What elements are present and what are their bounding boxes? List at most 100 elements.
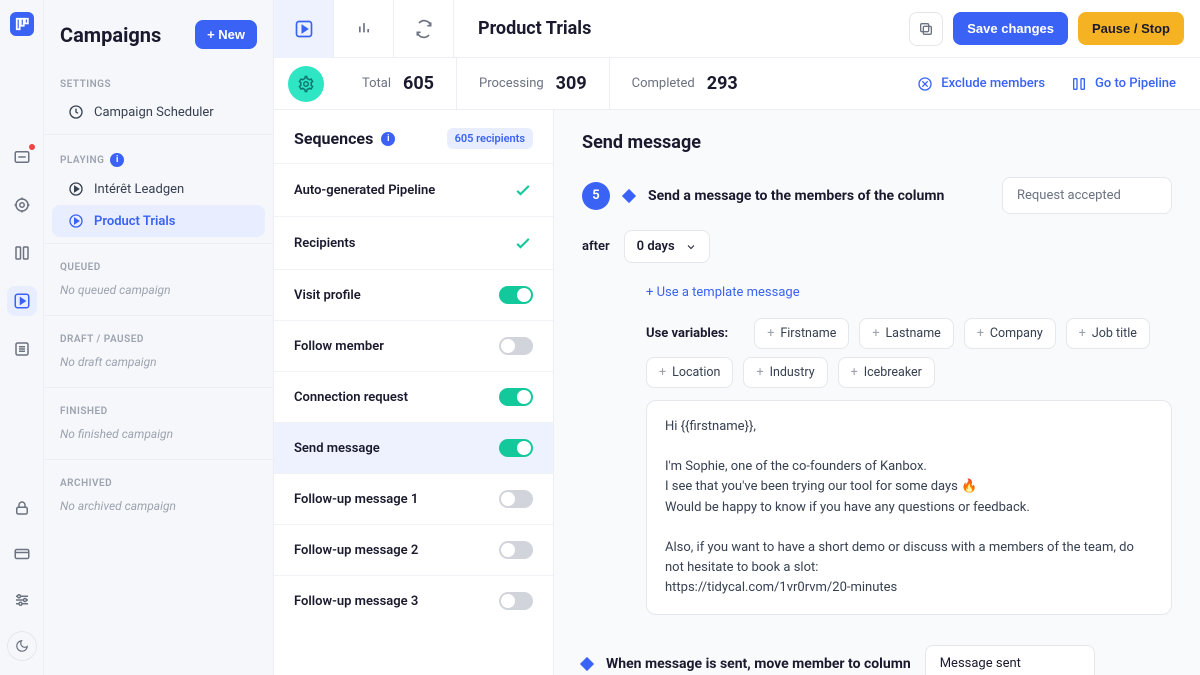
info-icon[interactable]: i: [110, 153, 124, 167]
sequence-label: Connection request: [294, 390, 408, 405]
editor-panel: Send message 5 Send a message to the mem…: [554, 110, 1200, 675]
diamond-icon: [580, 657, 594, 671]
step-number-badge: 5: [582, 182, 610, 210]
variables-label: Use variables:: [646, 326, 728, 341]
draft-empty: No draft campaign: [44, 351, 273, 381]
copy-button[interactable]: [909, 12, 943, 46]
diamond-icon: [622, 188, 636, 202]
column-select[interactable]: Request accepted: [1002, 177, 1172, 214]
sequence-row[interactable]: Visit profile: [274, 269, 553, 320]
chevron-down-icon: [685, 241, 697, 253]
stat-completed-label: Completed: [632, 76, 695, 91]
message-textarea[interactable]: Hi {{firstname}}, I'm Sophie, one of the…: [646, 400, 1172, 615]
step-description: Send a message to the members of the col…: [648, 188, 988, 204]
sequence-row[interactable]: Recipients: [274, 216, 553, 269]
tab-stats[interactable]: [334, 0, 394, 58]
sidebar-item-leadgen[interactable]: Intérêt Leadgen: [52, 173, 265, 205]
move-column-select[interactable]: Message sent: [925, 645, 1095, 675]
variable-chip[interactable]: +Industry: [743, 357, 827, 388]
tab-sync[interactable]: [394, 0, 454, 58]
sequence-label: Follow-up message 1: [294, 492, 418, 507]
variable-chip[interactable]: +Company: [964, 318, 1056, 349]
sequence-label: Auto-generated Pipeline: [294, 183, 435, 198]
playing-item-label: Intérêt Leadgen: [94, 182, 184, 197]
queued-empty: No queued campaign: [44, 279, 273, 309]
sequence-row[interactable]: Follow-up message 2: [274, 524, 553, 575]
sequence-label: Send message: [294, 441, 380, 456]
moon-icon[interactable]: [7, 631, 37, 661]
stat-processing-label: Processing: [479, 76, 544, 91]
delay-select[interactable]: 0 days: [624, 230, 710, 263]
sequence-label: Follow member: [294, 339, 384, 354]
recipients-badge: 605 recipients: [447, 128, 533, 149]
variable-chip[interactable]: +Location: [646, 357, 733, 388]
exclude-members-link[interactable]: Exclude members: [917, 76, 1045, 92]
list-icon[interactable]: [7, 334, 37, 364]
sequences-column: Sequences i 605 recipients Auto-generate…: [274, 110, 554, 675]
toggle[interactable]: [499, 439, 533, 457]
go-to-pipeline-link[interactable]: Go to Pipeline: [1071, 76, 1176, 92]
stat-processing-value: 309: [556, 73, 587, 94]
template-link[interactable]: + Use a template message: [646, 285, 1172, 300]
sidebar-item-product-trials[interactable]: Product Trials: [52, 205, 265, 237]
card-icon[interactable]: [7, 539, 37, 569]
toggle[interactable]: [499, 592, 533, 610]
save-button[interactable]: Save changes: [953, 12, 1068, 45]
scheduler-label: Campaign Scheduler: [94, 105, 214, 120]
toggle[interactable]: [499, 388, 533, 406]
section-playing: PLAYING i: [44, 141, 273, 173]
sliders-icon[interactable]: [7, 585, 37, 615]
sidebar-title: Campaigns: [60, 23, 161, 47]
stat-completed-value: 293: [707, 73, 738, 94]
sequence-label: Follow-up message 2: [294, 543, 418, 558]
inbox-icon[interactable]: [7, 142, 37, 172]
sequence-label: Visit profile: [294, 288, 361, 303]
board-icon[interactable]: [7, 238, 37, 268]
stat-total-label: Total: [362, 76, 391, 91]
campaigns-sidebar: Campaigns + New SETTINGS Campaign Schedu…: [44, 0, 274, 675]
campaigns-icon[interactable]: [7, 286, 37, 316]
stats-bar: Total 605 Processing 309 Completed 293 E…: [274, 58, 1200, 110]
campaign-title: Product Trials: [454, 18, 909, 39]
playing-item-label: Product Trials: [94, 214, 175, 229]
new-campaign-button[interactable]: + New: [195, 20, 257, 49]
sidebar-item-scheduler[interactable]: Campaign Scheduler: [52, 96, 265, 128]
sequence-row[interactable]: Follow-up message 1: [274, 473, 553, 524]
check-icon: [513, 233, 533, 253]
toggle[interactable]: [499, 541, 533, 559]
finished-empty: No finished campaign: [44, 423, 273, 453]
sequence-row[interactable]: Connection request: [274, 371, 553, 422]
stat-total-value: 605: [403, 73, 434, 94]
toggle[interactable]: [499, 490, 533, 508]
target-icon[interactable]: [7, 190, 37, 220]
info-icon[interactable]: i: [381, 132, 395, 146]
nav-rail: [0, 0, 44, 675]
variable-chip[interactable]: +Lastname: [859, 318, 953, 349]
sequence-label: Recipients: [294, 236, 355, 251]
app-logo: [10, 12, 34, 36]
section-finished: FINISHED: [44, 394, 273, 423]
gear-icon[interactable]: [288, 66, 324, 102]
sequence-row[interactable]: Auto-generated Pipeline: [274, 163, 553, 216]
pause-button[interactable]: Pause / Stop: [1078, 12, 1184, 45]
section-draft: DRAFT / PAUSED: [44, 322, 273, 351]
variable-chip[interactable]: +Job title: [1066, 318, 1150, 349]
editor-title: Send message: [582, 132, 1172, 153]
variable-chip[interactable]: +Firstname: [754, 318, 849, 349]
sequence-label: Follow-up message 3: [294, 594, 418, 609]
section-archived: ARCHIVED: [44, 466, 273, 495]
archived-empty: No archived campaign: [44, 495, 273, 525]
toggle[interactable]: [499, 286, 533, 304]
after-label: after: [582, 239, 610, 254]
check-icon: [513, 180, 533, 200]
tab-play[interactable]: [274, 0, 334, 58]
sequence-row[interactable]: Follow-up message 3: [274, 575, 553, 626]
sequence-row[interactable]: Send message: [274, 422, 553, 473]
section-queued: QUEUED: [44, 250, 273, 279]
move-description: When message is sent, move member to col…: [606, 656, 911, 672]
toggle[interactable]: [499, 337, 533, 355]
topbar: Product Trials Save changes Pause / Stop: [274, 0, 1200, 58]
lock-icon[interactable]: [7, 493, 37, 523]
sequence-row[interactable]: Follow member: [274, 320, 553, 371]
variable-chip[interactable]: +Icebreaker: [838, 357, 935, 388]
